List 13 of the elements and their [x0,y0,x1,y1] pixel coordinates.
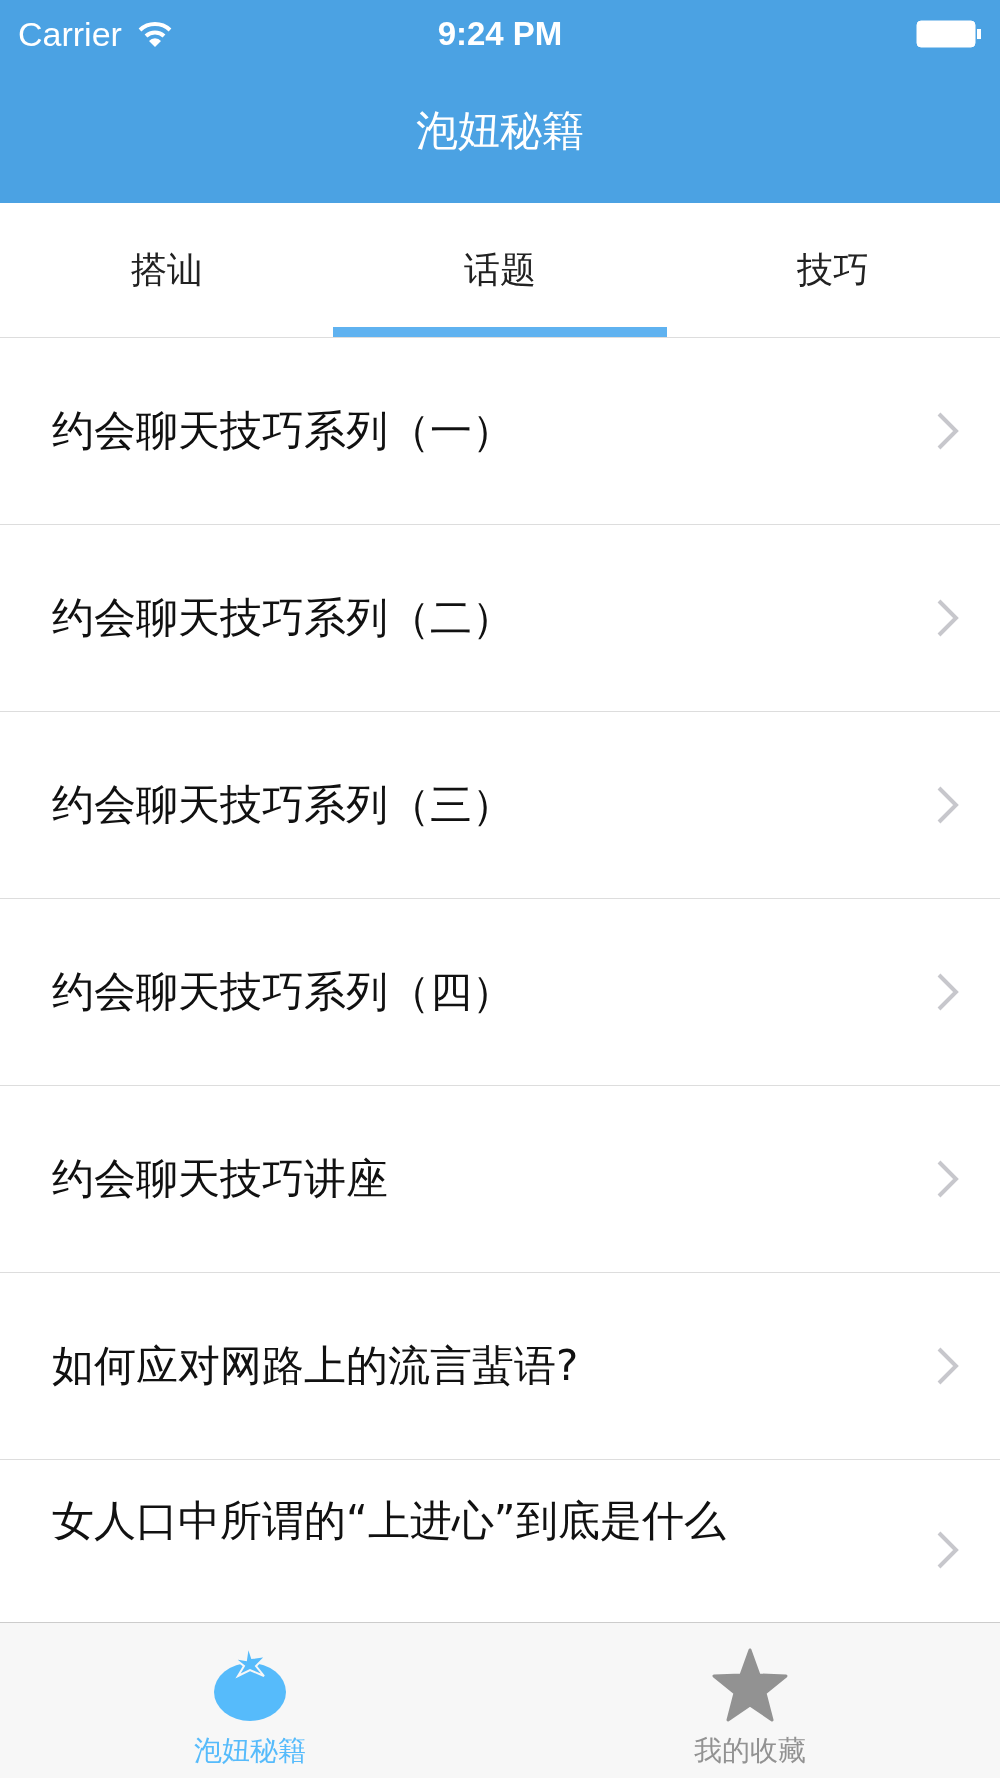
chevron-icon [936,1346,960,1386]
chevron-icon [936,972,960,1012]
wifi-icon [137,20,172,48]
chevron-icon [936,411,960,451]
chevron-icon [936,1530,960,1570]
battery-icon [916,20,982,48]
carrier-name: Carrier [18,13,122,55]
chevron-icon [936,785,960,825]
chevron-icon [936,598,960,638]
chevron-icon [936,1159,960,1199]
star-icon [712,1648,788,1722]
clock: 9:24 PM [437,14,563,55]
nav-title: 泡妞秘籍 [415,105,585,157]
